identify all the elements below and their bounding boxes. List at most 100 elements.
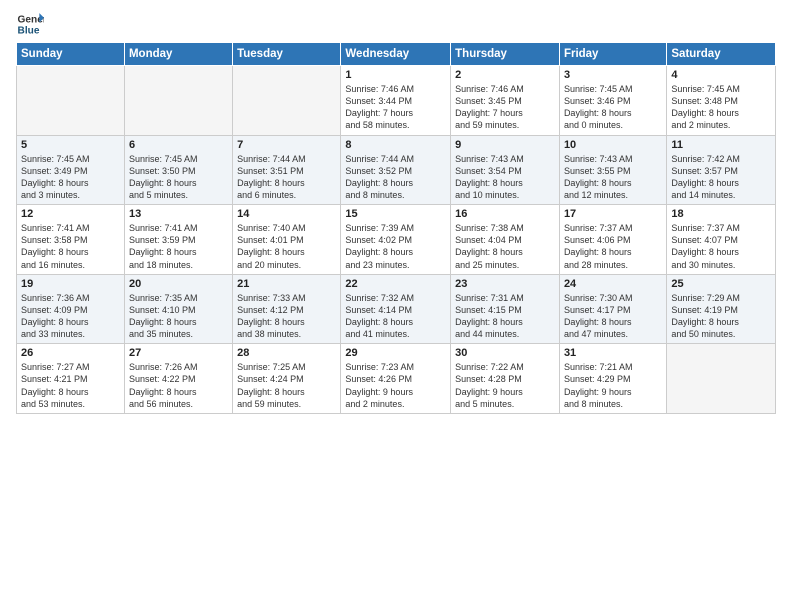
calendar-week-4: 19 Sunrise: 7:36 AM Sunset: 4:09 PM Dayli…	[17, 274, 776, 344]
calendar-cell: 30Sunrise: 7:22 AM Sunset: 4:28 PM Dayli…	[451, 344, 560, 414]
day-info: Sunrise: 7:44 AM Sunset: 3:51 PM Dayligh…	[237, 153, 336, 202]
day-number: 30	[455, 347, 555, 359]
calendar-cell	[233, 66, 341, 136]
calendar-header-tuesday: Tuesday	[233, 43, 341, 66]
day-number: 12	[21, 208, 120, 220]
header: General Blue	[16, 10, 776, 38]
day-number: 15	[345, 208, 446, 220]
day-info: Sunrise: 7:44 AM Sunset: 3:52 PM Dayligh…	[345, 153, 446, 202]
calendar-cell: 13 Sunrise: 7:41 AM Sunset: 3:59 PM Dayli…	[124, 205, 232, 275]
calendar-cell	[17, 66, 125, 136]
calendar-week-3: 12 Sunrise: 7:41 AM Sunset: 3:58 PM Dayli…	[17, 205, 776, 275]
calendar-header-friday: Friday	[559, 43, 666, 66]
calendar-cell: 5 Sunrise: 7:45 AM Sunset: 3:49 PM Daylig…	[17, 135, 125, 205]
day-info: Sunrise: 7:32 AM Sunset: 4:14 PM Dayligh…	[345, 292, 446, 341]
calendar-cell: 3 Sunrise: 7:45 AM Sunset: 3:46 PM Daylig…	[559, 66, 666, 136]
day-info: Sunrise: 7:39 AM Sunset: 4:02 PM Dayligh…	[345, 222, 446, 271]
day-info: Sunrise: 7:45 AM Sunset: 3:48 PM Dayligh…	[671, 83, 771, 132]
page-container: General Blue SundayMondayTuesdayWednesda…	[0, 0, 792, 422]
day-number: 29	[345, 347, 446, 359]
calendar-cell: 27 Sunrise: 7:26 AM Sunset: 4:22 PM Dayli…	[124, 344, 232, 414]
day-info: Sunrise: 7:27 AM Sunset: 4:21 PM Dayligh…	[21, 361, 120, 410]
calendar-cell: 10Sunrise: 7:43 AM Sunset: 3:55 PM Dayli…	[559, 135, 666, 205]
day-info: Sunrise: 7:30 AM Sunset: 4:17 PM Dayligh…	[564, 292, 662, 341]
day-number: 27	[129, 347, 228, 359]
day-info: Sunrise: 7:21 AM Sunset: 4:29 PM Dayligh…	[564, 361, 662, 410]
calendar-cell: 9 Sunrise: 7:43 AM Sunset: 3:54 PM Daylig…	[451, 135, 560, 205]
calendar-cell: 11Sunrise: 7:42 AM Sunset: 3:57 PM Dayli…	[667, 135, 776, 205]
calendar-header-sunday: Sunday	[17, 43, 125, 66]
day-info: Sunrise: 7:45 AM Sunset: 3:49 PM Dayligh…	[21, 153, 120, 202]
calendar-cell: 19 Sunrise: 7:36 AM Sunset: 4:09 PM Dayli…	[17, 274, 125, 344]
calendar-header-row: SundayMondayTuesdayWednesdayThursdayFrid…	[17, 43, 776, 66]
day-number: 5	[21, 139, 120, 151]
day-number: 21	[237, 278, 336, 290]
calendar-cell: 12 Sunrise: 7:41 AM Sunset: 3:58 PM Dayli…	[17, 205, 125, 275]
calendar-header-saturday: Saturday	[667, 43, 776, 66]
day-info: Sunrise: 7:37 AM Sunset: 4:07 PM Dayligh…	[671, 222, 771, 271]
calendar-week-1: 1Sunrise: 7:46 AM Sunset: 3:44 PM Daylig…	[17, 66, 776, 136]
day-number: 4	[671, 69, 771, 81]
logo-icon: General Blue	[16, 10, 44, 38]
calendar-cell: 24 Sunrise: 7:30 AM Sunset: 4:17 PM Dayli…	[559, 274, 666, 344]
day-number: 20	[129, 278, 228, 290]
calendar-cell: 31 Sunrise: 7:21 AM Sunset: 4:29 PM Dayli…	[559, 344, 666, 414]
day-number: 28	[237, 347, 336, 359]
calendar-cell: 2 Sunrise: 7:46 AM Sunset: 3:45 PM Daylig…	[451, 66, 560, 136]
calendar-cell: 20 Sunrise: 7:35 AM Sunset: 4:10 PM Dayli…	[124, 274, 232, 344]
day-number: 9	[455, 139, 555, 151]
day-info: Sunrise: 7:31 AM Sunset: 4:15 PM Dayligh…	[455, 292, 555, 341]
day-number: 24	[564, 278, 662, 290]
logo: General Blue	[16, 10, 44, 38]
calendar-cell: 4 Sunrise: 7:45 AM Sunset: 3:48 PM Daylig…	[667, 66, 776, 136]
day-number: 8	[345, 139, 446, 151]
day-number: 3	[564, 69, 662, 81]
calendar-cell: 14Sunrise: 7:40 AM Sunset: 4:01 PM Dayli…	[233, 205, 341, 275]
day-info: Sunrise: 7:36 AM Sunset: 4:09 PM Dayligh…	[21, 292, 120, 341]
day-number: 11	[671, 139, 771, 151]
day-number: 25	[671, 278, 771, 290]
day-info: Sunrise: 7:46 AM Sunset: 3:45 PM Dayligh…	[455, 83, 555, 132]
calendar-cell	[667, 344, 776, 414]
calendar-header-monday: Monday	[124, 43, 232, 66]
day-info: Sunrise: 7:23 AM Sunset: 4:26 PM Dayligh…	[345, 361, 446, 410]
calendar-cell: 25 Sunrise: 7:29 AM Sunset: 4:19 PM Dayli…	[667, 274, 776, 344]
day-info: Sunrise: 7:45 AM Sunset: 3:46 PM Dayligh…	[564, 83, 662, 132]
calendar-header-wednesday: Wednesday	[341, 43, 451, 66]
calendar-cell: 21 Sunrise: 7:33 AM Sunset: 4:12 PM Dayli…	[233, 274, 341, 344]
day-info: Sunrise: 7:33 AM Sunset: 4:12 PM Dayligh…	[237, 292, 336, 341]
day-number: 26	[21, 347, 120, 359]
day-number: 19	[21, 278, 120, 290]
calendar-cell: 26 Sunrise: 7:27 AM Sunset: 4:21 PM Dayli…	[17, 344, 125, 414]
day-number: 13	[129, 208, 228, 220]
day-info: Sunrise: 7:43 AM Sunset: 3:54 PM Dayligh…	[455, 153, 555, 202]
day-info: Sunrise: 7:35 AM Sunset: 4:10 PM Dayligh…	[129, 292, 228, 341]
day-info: Sunrise: 7:26 AM Sunset: 4:22 PM Dayligh…	[129, 361, 228, 410]
day-number: 18	[671, 208, 771, 220]
calendar-week-5: 26 Sunrise: 7:27 AM Sunset: 4:21 PM Dayli…	[17, 344, 776, 414]
svg-text:Blue: Blue	[18, 25, 40, 36]
calendar-cell: 17Sunrise: 7:37 AM Sunset: 4:06 PM Dayli…	[559, 205, 666, 275]
day-info: Sunrise: 7:43 AM Sunset: 3:55 PM Dayligh…	[564, 153, 662, 202]
calendar-cell: 22 Sunrise: 7:32 AM Sunset: 4:14 PM Dayli…	[341, 274, 451, 344]
day-number: 1	[345, 69, 446, 81]
calendar-cell: 28Sunrise: 7:25 AM Sunset: 4:24 PM Dayli…	[233, 344, 341, 414]
calendar-cell: 8 Sunrise: 7:44 AM Sunset: 3:52 PM Daylig…	[341, 135, 451, 205]
day-info: Sunrise: 7:40 AM Sunset: 4:01 PM Dayligh…	[237, 222, 336, 271]
day-info: Sunrise: 7:41 AM Sunset: 3:59 PM Dayligh…	[129, 222, 228, 271]
day-info: Sunrise: 7:45 AM Sunset: 3:50 PM Dayligh…	[129, 153, 228, 202]
calendar-cell: 7Sunrise: 7:44 AM Sunset: 3:51 PM Daylig…	[233, 135, 341, 205]
day-number: 31	[564, 347, 662, 359]
day-info: Sunrise: 7:29 AM Sunset: 4:19 PM Dayligh…	[671, 292, 771, 341]
day-number: 2	[455, 69, 555, 81]
day-info: Sunrise: 7:38 AM Sunset: 4:04 PM Dayligh…	[455, 222, 555, 271]
calendar-cell: 23 Sunrise: 7:31 AM Sunset: 4:15 PM Dayli…	[451, 274, 560, 344]
day-info: Sunrise: 7:41 AM Sunset: 3:58 PM Dayligh…	[21, 222, 120, 271]
day-number: 17	[564, 208, 662, 220]
calendar-cell	[124, 66, 232, 136]
day-number: 22	[345, 278, 446, 290]
day-number: 23	[455, 278, 555, 290]
calendar-week-2: 5 Sunrise: 7:45 AM Sunset: 3:49 PM Daylig…	[17, 135, 776, 205]
calendar-table: SundayMondayTuesdayWednesdayThursdayFrid…	[16, 42, 776, 414]
calendar-cell: 16Sunrise: 7:38 AM Sunset: 4:04 PM Dayli…	[451, 205, 560, 275]
